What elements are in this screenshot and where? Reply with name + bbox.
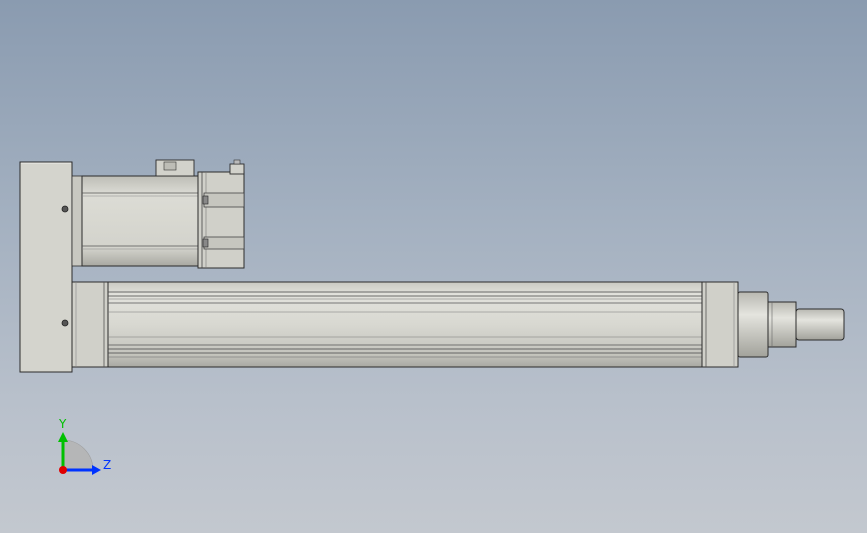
axis-triad: Y Z <box>58 417 111 475</box>
piston-rod[interactable] <box>737 291 845 358</box>
servo-motor[interactable] <box>71 159 245 269</box>
cad-viewport[interactable]: Y Z <box>0 0 867 533</box>
plate-bolt-hole-lower <box>61 319 69 327</box>
encoder-connector <box>229 163 245 175</box>
actuator-body[interactable] <box>71 281 739 368</box>
end-plate[interactable] <box>19 161 73 373</box>
z-axis-label: Z <box>103 458 111 472</box>
plate-bolt-hole-upper <box>61 205 69 213</box>
y-axis-label: Y <box>58 417 67 431</box>
x-axis-origin <box>59 466 67 474</box>
